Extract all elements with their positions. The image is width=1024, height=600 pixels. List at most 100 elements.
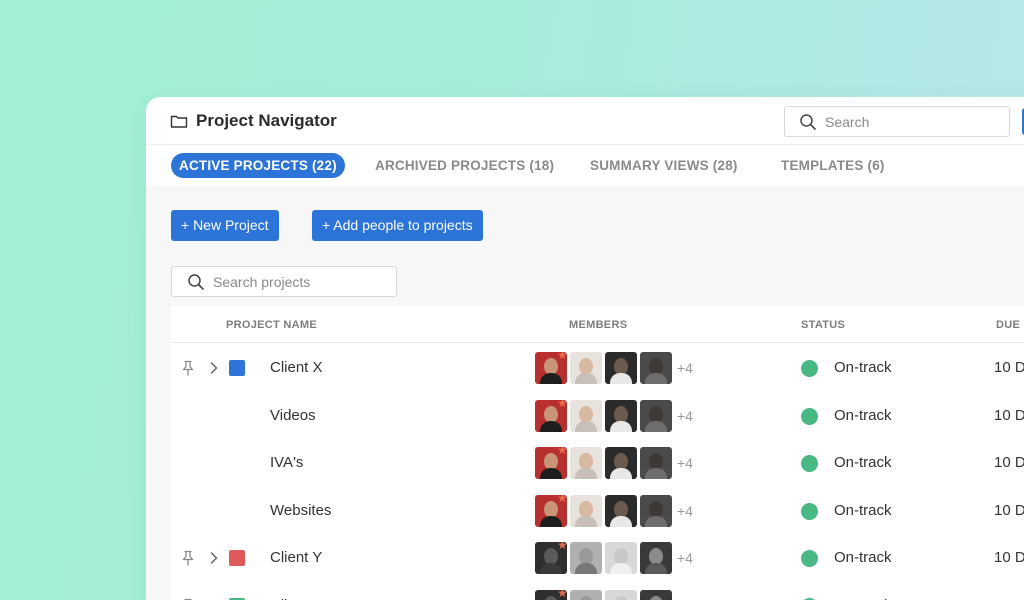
member-avatars[interactable]: ★ +4 [535,352,693,384]
due-date: 10 D [994,359,1024,376]
avatar[interactable] [570,589,602,600]
more-members-count[interactable]: +4 [677,360,693,376]
new-project-button[interactable]: + New Project [171,210,279,241]
due-date: 10 D [994,406,1024,424]
status-text: On-track [834,406,892,424]
table-row[interactable]: Videos ★ +4 On-track 10 D [171,392,1024,439]
project-name[interactable]: Videos [270,407,316,424]
avatar[interactable] [640,542,672,574]
status-indicator-icon [801,407,818,425]
table-row[interactable]: Websites ★ +4 On-track 10 D [171,487,1024,534]
avatar[interactable] [605,352,637,384]
status-text: On-track [834,454,892,471]
column-members[interactable]: MEMBERS [569,319,627,331]
avatar[interactable] [570,494,602,527]
star-icon: ★ [557,542,567,552]
tab-archived-projects[interactable]: ARCHIVED PROJECTS (18) [375,153,554,178]
star-icon: ★ [557,494,567,505]
page-title: Project Navigator [196,111,337,130]
main-content: + New Project + Add people to projects P… [146,186,1024,600]
pin-icon[interactable] [181,360,195,376]
project-search-input[interactable] [213,273,383,290]
title-area: Project Navigator [170,111,337,131]
status-indicator-icon [801,502,818,520]
add-people-button[interactable]: + Add people to projects [312,210,483,241]
project-search[interactable] [171,266,397,297]
project-name[interactable]: Client X [270,359,323,376]
column-project-name[interactable]: PROJECT NAME [226,319,317,331]
chevron-right-icon[interactable] [209,361,219,375]
star-icon: ★ [557,589,567,600]
star-icon: ★ [557,352,567,362]
more-members-count[interactable]: +4 [677,408,693,424]
status-indicator-icon [801,455,818,472]
more-members-count[interactable]: +4 [677,550,693,566]
avatar[interactable] [570,352,602,384]
status-text: On-track [834,549,892,566]
search-icon [800,113,816,130]
status-text: On-track [834,597,892,600]
tab-active-projects[interactable]: ACTIVE PROJECTS (22) [171,153,345,178]
table-row[interactable]: Client Y ★ +4 On-track 10 D [171,534,1024,581]
due-date: 10 D [994,501,1024,519]
project-name[interactable]: Client Z [270,597,322,600]
project-name[interactable]: Websites [270,502,331,519]
member-avatars[interactable]: ★+4 [535,589,693,600]
star-icon: ★ [557,399,567,410]
avatar[interactable]: ★ [535,542,567,574]
more-members-count[interactable]: +4 [677,503,693,519]
status-indicator-icon [801,360,818,377]
avatar[interactable] [570,447,602,479]
project-color-swatch [229,550,245,566]
more-members-count[interactable]: +4 [677,455,693,471]
star-icon: ★ [557,447,567,457]
avatar[interactable] [605,589,637,600]
project-navigator-window: Project Navigator ACTIVE PROJECTS (22) A… [146,97,1024,600]
status-indicator-icon [801,550,818,567]
status-text: On-track [834,359,892,376]
status-text: On-track [834,501,892,519]
avatar[interactable] [605,494,637,527]
avatar[interactable] [570,399,602,432]
avatar[interactable] [605,447,637,479]
column-due-date[interactable]: DUE D [996,319,1024,331]
table-row[interactable]: IVA's ★ +4 On-track 10 D [171,439,1024,486]
due-date: 10 D [994,454,1024,471]
avatar[interactable] [640,447,672,479]
project-name[interactable]: IVA's [270,454,303,471]
member-avatars[interactable]: ★ +4 [535,447,693,479]
tab-templates[interactable]: TEMPLATES (6) [781,153,885,178]
due-date: 10 D [994,549,1024,566]
pin-icon[interactable] [181,550,195,566]
global-search-input[interactable] [825,113,985,130]
folder-icon [170,115,188,128]
tab-bar: ACTIVE PROJECTS (22) ARCHIVED PROJECTS (… [146,146,1024,186]
avatar[interactable] [605,399,637,432]
chevron-right-icon[interactable] [209,551,219,565]
table-header: PROJECT NAME MEMBERS STATUS DUE D [171,306,1024,343]
global-search[interactable] [784,106,1010,137]
table-row[interactable]: Client X ★ +4 On-track 10 D [171,344,1024,391]
avatar[interactable] [605,542,637,574]
project-name[interactable]: Client Y [270,549,322,566]
table-row[interactable]: Client Z ★+4 On-track 10 D [171,582,1024,600]
member-avatars[interactable]: ★ +4 [535,399,693,432]
member-avatars[interactable]: ★ +4 [535,542,693,574]
due-date: 10 D [994,597,1024,600]
projects-table: PROJECT NAME MEMBERS STATUS DUE D Client… [171,306,1024,600]
member-avatars[interactable]: ★ +4 [535,494,693,527]
avatar[interactable] [640,352,672,384]
avatar[interactable]: ★ [535,352,567,384]
avatar[interactable]: ★ [535,447,567,479]
avatar[interactable]: ★ [535,399,567,432]
project-color-swatch [229,360,245,376]
search-icon [188,273,204,290]
tab-summary-views[interactable]: SUMMARY VIEWS (28) [590,153,738,178]
avatar[interactable]: ★ [535,494,567,527]
avatar[interactable] [570,542,602,574]
column-status[interactable]: STATUS [801,319,845,331]
avatar[interactable] [640,589,672,600]
avatar[interactable]: ★ [535,589,567,600]
avatar[interactable] [640,494,672,527]
avatar[interactable] [640,399,672,432]
